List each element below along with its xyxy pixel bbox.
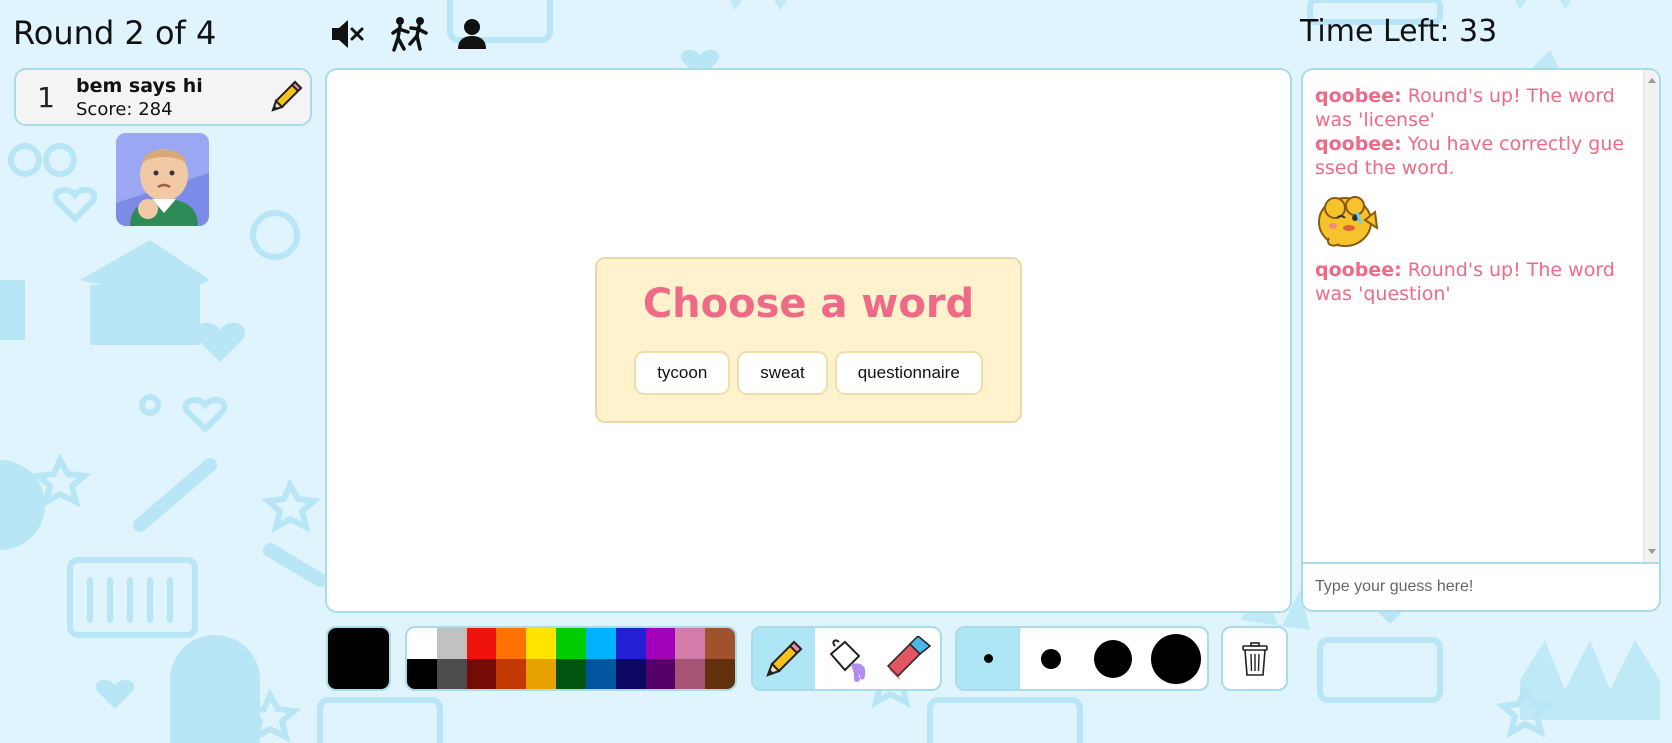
eraser-tool-button[interactable] (878, 628, 940, 689)
color-swatch[interactable] (675, 628, 706, 659)
color-swatch[interactable] (526, 628, 557, 659)
size-dot-icon (1094, 639, 1133, 678)
size-dot-icon (1040, 648, 1061, 669)
size-dot-icon (983, 654, 993, 663)
color-swatch[interactable] (526, 658, 557, 689)
chat-scrollbar[interactable] (1643, 70, 1659, 562)
color-swatch[interactable] (436, 658, 467, 689)
color-swatch[interactable] (615, 658, 646, 689)
chat-sticker-image (1315, 190, 1381, 250)
color-swatch[interactable] (615, 628, 646, 659)
word-choice-title: Choose a word (642, 281, 975, 327)
time-left-label: Time Left: 33 (1300, 14, 1498, 49)
player-avatar (116, 133, 209, 226)
brush-size-medium[interactable] (1020, 628, 1083, 689)
header-icons (328, 14, 492, 54)
color-palette (405, 626, 737, 691)
color-swatch[interactable] (675, 658, 706, 689)
color-swatch[interactable] (407, 628, 437, 659)
color-swatch[interactable] (496, 628, 527, 659)
drawing-tools (751, 626, 942, 691)
eraser-icon (886, 635, 931, 680)
player-info: bem says hi Score: 284 (76, 75, 262, 120)
brush-size-large[interactable] (1082, 628, 1145, 689)
drawing-pencil-icon (262, 78, 310, 116)
color-swatch[interactable] (705, 628, 735, 659)
color-swatch[interactable] (436, 628, 467, 659)
mute-icon[interactable] (328, 14, 368, 54)
word-option-button[interactable]: questionnaire (834, 351, 983, 395)
player-rank: 1 (37, 80, 55, 114)
chat-message: qoobee: You have correctly guessed the w… (1315, 132, 1631, 180)
word-option-button[interactable]: sweat (737, 351, 828, 395)
player-list-item[interactable]: 1 bem says hi Score: 284 (14, 68, 312, 126)
chat-username: qoobee: (1315, 85, 1402, 107)
color-swatch[interactable] (645, 658, 676, 689)
trash-icon (1241, 641, 1268, 676)
brush-sizes (955, 626, 1209, 691)
color-swatch[interactable] (407, 658, 437, 689)
scroll-down-icon[interactable] (1648, 549, 1656, 554)
size-dot-icon (1150, 633, 1201, 684)
current-color-swatch[interactable] (326, 626, 391, 691)
word-options: tycoon sweat questionnaire (597, 351, 1020, 395)
color-swatch[interactable] (705, 658, 735, 689)
pencil-tool-button[interactable] (753, 628, 816, 689)
guess-input[interactable] (1303, 562, 1659, 610)
pencil-icon (766, 640, 803, 677)
chat-message: qoobee: Round's up! The word was 'questi… (1315, 258, 1631, 306)
chat-messages: qoobee: Round's up! The word was 'licens… (1315, 84, 1631, 306)
player-score: Score: 284 (76, 98, 173, 120)
color-swatch[interactable] (585, 658, 616, 689)
brush-size-small[interactable] (957, 628, 1020, 689)
player-name: bem says hi (76, 74, 203, 97)
chat-message: qoobee: Round's up! The word was 'licens… (1315, 84, 1631, 132)
color-swatch[interactable] (645, 628, 676, 659)
color-swatch[interactable] (496, 658, 527, 689)
chat-panel: qoobee: Round's up! The word was 'licens… (1301, 68, 1661, 612)
word-option-button[interactable]: tycoon (634, 351, 731, 395)
word-choice-panel: Choose a word tycoon sweat questionnaire (595, 257, 1022, 423)
round-label: Round 2 of 4 (13, 14, 217, 52)
color-swatch[interactable] (556, 658, 586, 689)
color-swatch[interactable] (556, 628, 586, 659)
chat-username: qoobee: (1315, 133, 1402, 155)
fill-tool-button[interactable] (815, 628, 877, 689)
color-swatch[interactable] (585, 628, 616, 659)
color-swatch[interactable] (466, 658, 497, 689)
fill-bucket-icon (830, 638, 866, 682)
scroll-up-icon[interactable] (1648, 78, 1656, 83)
brush-size-xlarge[interactable] (1145, 628, 1208, 689)
kick-icon[interactable] (390, 14, 430, 54)
chat-username: qoobee: (1315, 259, 1402, 281)
clear-canvas-button[interactable] (1221, 626, 1288, 691)
profile-icon[interactable] (452, 14, 492, 54)
color-swatch[interactable] (466, 628, 497, 659)
